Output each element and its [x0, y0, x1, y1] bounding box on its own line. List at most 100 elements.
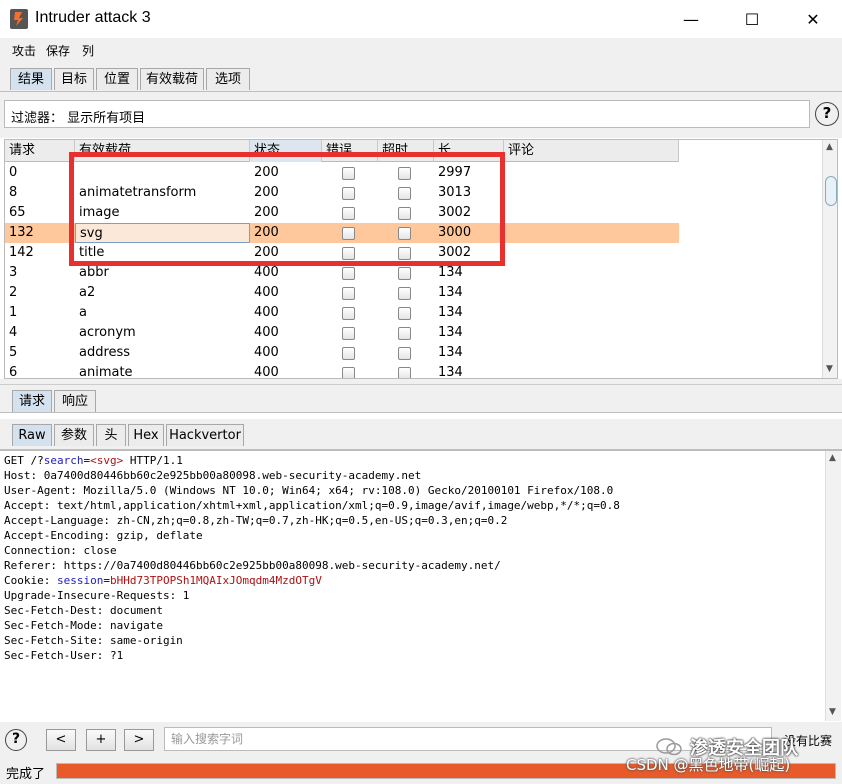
tab-results[interactable]: 结果 — [10, 68, 52, 90]
request-headers-after: Upgrade-Insecure-Requests: 1 Sec-Fetch-De… — [4, 588, 820, 663]
cell-comment — [504, 183, 679, 203]
scroll-up-icon[interactable]: ▲ — [829, 453, 836, 463]
editor-scrollbar[interactable]: ▲ ▼ — [825, 451, 841, 721]
cell-comment — [504, 243, 679, 263]
tab-headers[interactable]: 头 — [96, 424, 126, 446]
results-header: 请求 有效载荷 状态 错误 超时 长 评论 — [5, 140, 679, 162]
timeout-checkbox — [398, 327, 411, 340]
header-line: Sec-Fetch-Mode: navigate — [4, 619, 163, 632]
burp-app-icon — [10, 9, 28, 29]
window-title: Intruder attack 3 — [35, 9, 151, 26]
scrollbar-thumb[interactable] — [825, 176, 837, 206]
param-name: search — [43, 454, 84, 467]
tab-params[interactable]: 参数 — [54, 424, 94, 446]
timeout-checkbox — [398, 187, 411, 200]
cell-payload: address — [79, 345, 131, 360]
col-request[interactable]: 请求 — [5, 140, 75, 162]
table-row[interactable]: 0 200 2997 — [5, 163, 679, 183]
cell-comment — [504, 203, 679, 223]
tab-positions[interactable]: 位置 — [96, 68, 138, 90]
error-checkbox — [342, 347, 355, 360]
param-value: <svg> — [90, 454, 124, 467]
cell-length: 134 — [438, 285, 463, 300]
table-row[interactable]: 8 animatetransform 200 3013 — [5, 183, 679, 203]
cell-length: 134 — [438, 305, 463, 320]
request-editor[interactable]: GET /?search=<svg> HTTP/1.1 Host: 0a7400d… — [0, 450, 842, 722]
tab-request[interactable]: 请求 — [12, 390, 52, 412]
maximize-icon: ☐ — [744, 9, 760, 29]
menu-save[interactable]: 保存 — [46, 42, 70, 59]
tab-response[interactable]: 响应 — [54, 390, 96, 412]
timeout-checkbox — [398, 207, 411, 220]
col-comment[interactable]: 评论 — [504, 140, 679, 162]
error-checkbox — [342, 207, 355, 220]
cell-request: 8 — [9, 185, 18, 200]
results-table: 请求 有效载荷 状态 错误 超时 长 评论 0 200 2997 8 animatetr… — [4, 139, 838, 379]
table-row[interactable]: 3 abbr 400 134 — [5, 263, 679, 283]
cell-length: 3000 — [438, 225, 472, 240]
menu-columns[interactable]: 列 — [82, 42, 94, 59]
cell-request: 4 — [9, 325, 18, 340]
add-button[interactable]: + — [86, 729, 116, 751]
cell-request: 2 — [9, 285, 18, 300]
timeout-checkbox — [398, 247, 411, 260]
menu-bar: 攻击 保存 列 — [0, 38, 842, 62]
tab-hackvertor[interactable]: Hackvertor — [166, 424, 244, 446]
table-row[interactable]: 2 a2 400 134 — [5, 283, 679, 303]
tab-payloads[interactable]: 有效载荷 — [140, 68, 204, 90]
cell-request: 132 — [9, 225, 34, 240]
results-scrollbar[interactable]: ▲ ▼ — [822, 140, 837, 378]
view-tabstrip: Raw 参数 头 Hex Hackvertor — [0, 419, 842, 450]
scroll-up-icon[interactable]: ▲ — [826, 142, 833, 152]
cell-payload: animate — [79, 365, 133, 379]
header-line: Sec-Fetch-Dest: document — [4, 604, 163, 617]
help-icon[interactable]: ? — [815, 102, 839, 126]
table-row[interactable]: 4 acronym 400 134 — [5, 323, 679, 343]
prev-match-button[interactable]: < — [46, 729, 76, 751]
table-row[interactable]: 132 svg 200 3000 — [5, 223, 679, 243]
header-line: Host: 0a7400d80446bb60c2e925bb00a80098.w… — [4, 469, 422, 482]
error-checkbox — [342, 187, 355, 200]
error-checkbox — [342, 267, 355, 280]
tab-target[interactable]: 目标 — [54, 68, 94, 90]
timeout-checkbox — [398, 267, 411, 280]
cell-request: 5 — [9, 345, 18, 360]
cell-comment — [504, 283, 679, 303]
tab-options[interactable]: 选项 — [206, 68, 250, 90]
table-row[interactable]: 65 image 200 3002 — [5, 203, 679, 223]
col-status[interactable]: 状态 — [250, 140, 322, 162]
request-text[interactable]: GET /?search=<svg> HTTP/1.1 Host: 0a7400d… — [4, 453, 820, 663]
cookie-line: Cookie: session=bHHd73TPOPSh1MQAIxJOmqdm… — [4, 574, 322, 587]
table-row[interactable]: 1 a 400 134 — [5, 303, 679, 323]
col-timeout[interactable]: 超时 — [378, 140, 434, 162]
cell-comment — [504, 263, 679, 283]
scroll-down-icon[interactable]: ▼ — [826, 364, 833, 374]
col-length[interactable]: 长 — [434, 140, 504, 162]
help-icon[interactable]: ? — [5, 729, 27, 751]
scroll-down-icon[interactable]: ▼ — [829, 707, 836, 717]
cell-request: 65 — [9, 205, 26, 220]
maximize-button[interactable]: ☐ — [729, 0, 775, 38]
cell-payload: acronym — [79, 325, 136, 340]
cell-length: 3002 — [438, 205, 472, 220]
timeout-checkbox — [398, 307, 411, 320]
menu-attack[interactable]: 攻击 — [12, 42, 36, 59]
col-error[interactable]: 错误 — [322, 140, 378, 162]
minimize-button[interactable]: — — [668, 0, 714, 38]
table-row[interactable]: 142 title 200 3002 — [5, 243, 679, 263]
table-row[interactable]: 5 address 400 134 — [5, 343, 679, 363]
close-button[interactable]: ✕ — [790, 0, 836, 38]
table-row[interactable]: 6 animate 400 134 — [5, 363, 679, 379]
col-payload[interactable]: 有效载荷 — [75, 140, 250, 162]
cookie-value: bHHd73TPOPSh1MQAIxJOmqdm4MzdOTgV — [109, 574, 322, 587]
filter-bar[interactable]: 过滤器： 显示所有项目 — [4, 100, 810, 128]
main-tabstrip: 结果 目标 位置 有效载荷 选项 — [0, 62, 842, 92]
header-line: Connection: close — [4, 544, 117, 557]
cell-length: 3013 — [438, 185, 472, 200]
cell-payload: svg — [75, 223, 250, 243]
timeout-checkbox — [398, 367, 411, 378]
cell-payload: abbr — [79, 265, 109, 280]
next-match-button[interactable]: > — [124, 729, 154, 751]
tab-hex[interactable]: Hex — [128, 424, 164, 446]
tab-raw[interactable]: Raw — [12, 424, 52, 446]
